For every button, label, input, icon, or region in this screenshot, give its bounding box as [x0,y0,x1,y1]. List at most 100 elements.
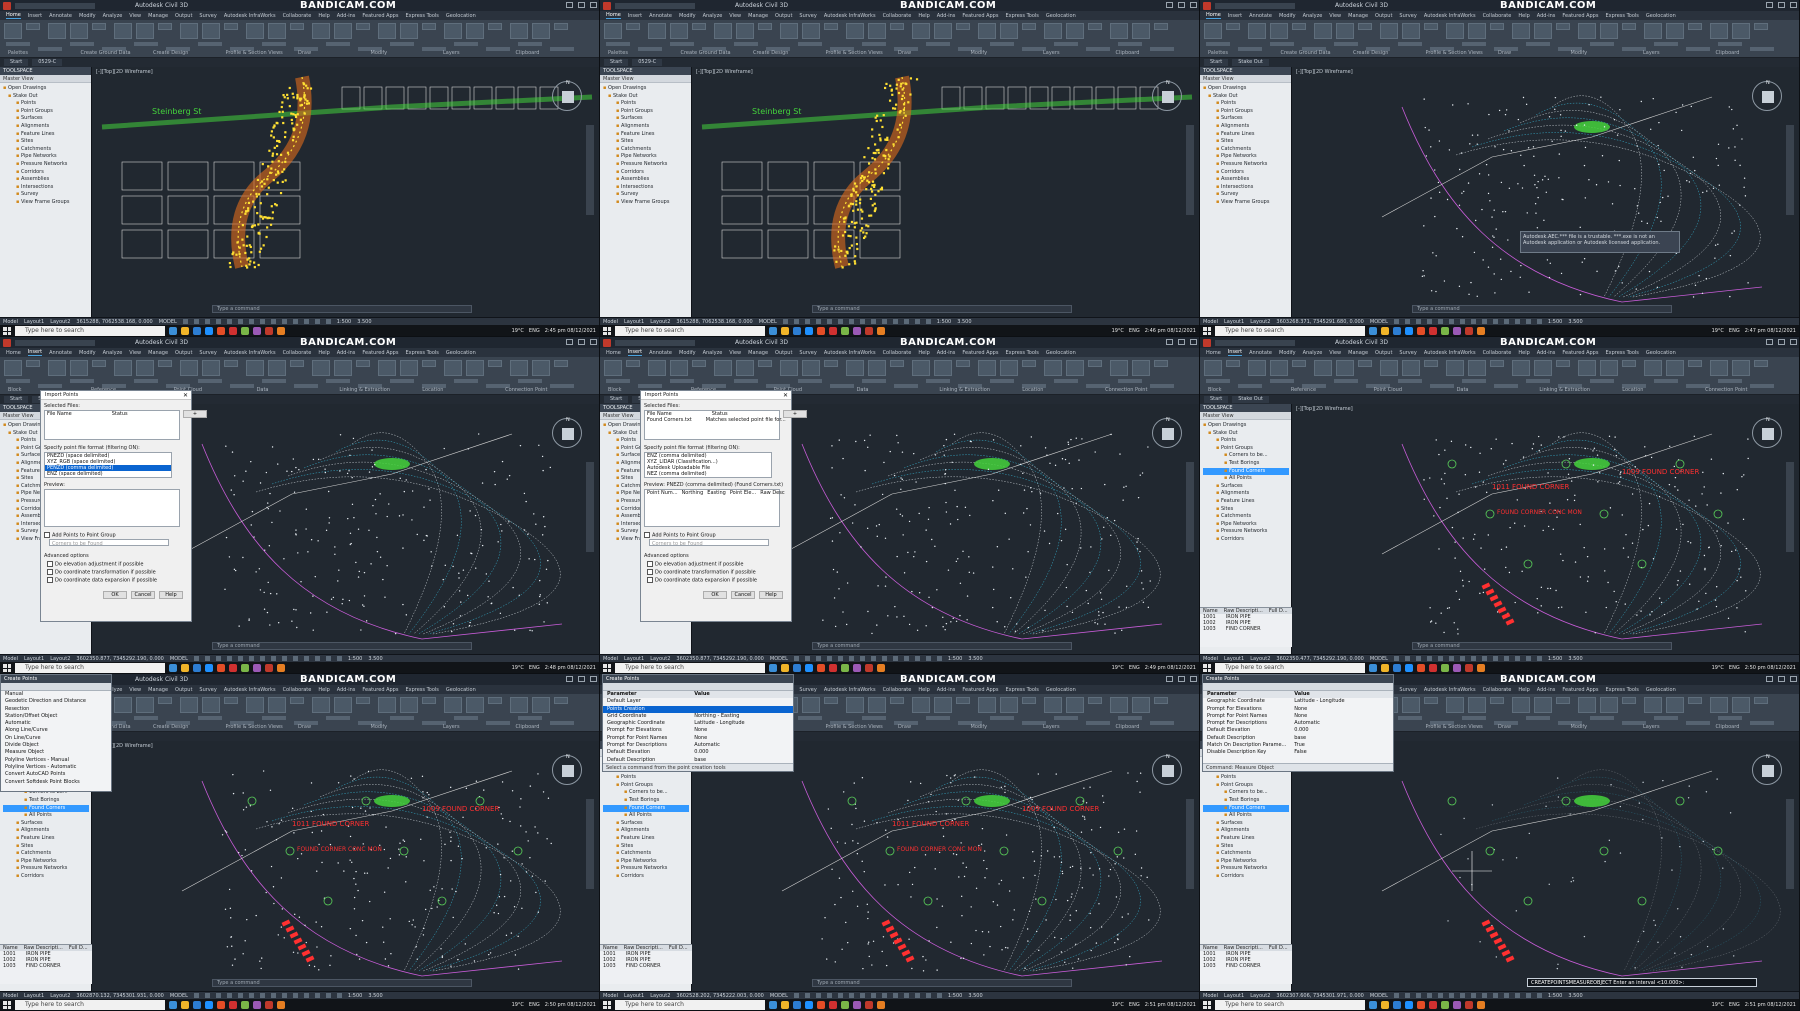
status-toggle-icon[interactable] [1492,656,1498,661]
param-row[interactable]: Match On Description Parame... True [1203,742,1393,749]
taskbar-app-icon[interactable] [217,327,225,335]
ribbon-tool-icon[interactable] [1556,360,1570,367]
layout-tab[interactable]: Model [1203,993,1218,999]
ribbon-tool-row[interactable] [1526,42,1550,46]
ribbon-tool-icon[interactable] [1044,697,1062,713]
maximize-icon[interactable] [578,2,585,8]
quick-access-toolbar[interactable] [615,2,695,9]
ribbon-tool-icon[interactable] [1732,23,1750,39]
status-toggle-icon[interactable] [903,993,909,998]
drawing-canvas[interactable]: Steinberg St [692,67,1200,317]
status-toggle-icon[interactable] [1525,656,1531,661]
ribbon-tool-icon[interactable] [510,23,528,39]
ribbon-tool-icon[interactable] [1688,360,1702,367]
weather-readout[interactable]: 19°C [1112,665,1124,671]
navigation-bar[interactable] [1186,462,1194,552]
coordinate-expansion-checkbox[interactable]: Do coordinate data expansion if possible [647,577,757,584]
ribbon-tool-icon[interactable] [1270,23,1288,39]
ribbon-tab[interactable]: Geolocation [1646,350,1676,356]
ribbon-tab[interactable]: Manage [748,13,768,19]
ribbon-tool-row[interactable] [70,42,94,46]
document-tab[interactable]: Start [604,396,629,403]
quick-access-toolbar[interactable] [1215,2,1295,9]
ribbon-tool-icon[interactable] [488,23,502,30]
ribbon-tool-icon[interactable] [1512,697,1530,713]
ribbon-tool-icon[interactable] [1490,360,1504,367]
taskbar-app-icon[interactable] [181,664,189,672]
format-option[interactable]: ENZ (space delimited) [45,471,171,477]
ribbon-tool-row[interactable] [1654,716,1678,720]
ribbon-tool-icon[interactable] [604,23,622,39]
ribbon-tool-icon[interactable] [466,23,484,39]
param-value[interactable]: Latitude - Longitude [1294,698,1344,705]
model-space-toggle[interactable]: MODEL [770,993,788,999]
ribbon-tool-row[interactable] [734,42,758,46]
viewcube[interactable]: N [1752,417,1782,448]
tree-node[interactable]: Feature Lines [603,131,689,139]
ribbon-tab[interactable]: Home [6,12,21,19]
taskbar-app-icon[interactable] [1369,664,1377,672]
status-toggle-icon[interactable] [292,656,298,661]
ribbon-tool-icon[interactable] [1204,23,1222,39]
windows-start-icon[interactable] [603,327,611,335]
status-toggle-icon[interactable] [793,319,799,324]
taskbar-app-icon[interactable] [829,664,837,672]
close-icon[interactable] [1790,339,1797,345]
tree-node[interactable]: Stake Out [3,93,89,101]
ribbon-tool-icon[interactable] [780,360,798,376]
tree-node[interactable]: Catchments [603,850,689,858]
clock[interactable]: 2:48 pm 08/12/2021 [545,665,596,671]
weather-readout[interactable]: 19°C [1712,328,1724,334]
tree-node[interactable]: Catchments [1203,146,1289,154]
ribbon-tool-row[interactable] [198,42,222,46]
close-icon[interactable]: ✕ [783,392,788,399]
civil3d-app-icon[interactable] [1203,338,1211,347]
tree-node[interactable]: Corridors [1203,536,1289,544]
ribbon-tool-icon[interactable] [202,697,220,713]
ribbon-tool-icon[interactable] [4,360,22,376]
status-toggle-icon[interactable] [1437,656,1443,661]
close-icon[interactable] [1790,676,1797,682]
tree-node[interactable]: Catchments [1203,850,1289,858]
taskbar-app-icon[interactable] [817,664,825,672]
ribbon-tab[interactable]: Manage [1348,350,1368,356]
tree-node[interactable]: Alignments [3,827,89,835]
ribbon-tab[interactable]: Analyze [103,13,123,19]
layout-tab[interactable]: Model [603,656,618,662]
param-row[interactable]: Prompt For Point Names None [1203,713,1393,720]
document-tab[interactable]: Stake Out [1232,396,1269,403]
ribbon-tool-icon[interactable] [334,360,352,376]
tree-node[interactable]: Found Corners [1203,467,1289,476]
tree-node[interactable]: Points [1203,100,1289,108]
ribbon-tool-icon[interactable] [246,23,264,39]
layout-tab[interactable]: Layout2 [1250,993,1270,999]
status-toggle-icon[interactable] [204,656,210,661]
ribbon-tool-icon[interactable] [378,697,396,713]
civil3d-app-icon[interactable] [3,1,11,10]
ribbon-tab[interactable]: Autodesk InfraWorks [824,687,876,693]
status-toggle-icon[interactable] [270,319,276,324]
tree-node[interactable]: Pipe Networks [1203,858,1289,866]
selected-files-list[interactable]: File Name Status [44,410,180,440]
ribbon-tool-icon[interactable] [1666,697,1684,713]
tree-node[interactable]: Test Borings [3,797,89,805]
point-list-column[interactable]: Full D... [669,945,688,951]
civil3d-app-icon[interactable] [603,338,611,347]
ribbon-tool-row[interactable] [550,47,574,51]
annotation-scale[interactable]: 1:500 [1548,319,1562,325]
toolspace-view-select[interactable]: Master View [0,75,91,83]
status-toggle-icon[interactable] [848,993,854,998]
ribbon-tool-icon[interactable] [1688,23,1702,30]
viewport-controls-label[interactable]: [-][Top][2D Wireframe] [1296,406,1353,412]
ribbon-tab[interactable]: Manage [148,350,168,356]
command-line-active[interactable]: CREATEPOINTSMEASUREOBJECT Enter an inter… [1527,978,1757,987]
ribbon-tool-icon[interactable] [1490,697,1504,704]
clock[interactable]: 2:51 pm 08/12/2021 [1145,1002,1196,1008]
ribbon-tool-icon[interactable] [1402,23,1420,39]
ribbon-tab[interactable]: Output [775,350,792,356]
taskbar-app-icon[interactable] [769,664,777,672]
weather-readout[interactable]: 19°C [1112,1002,1124,1008]
ribbon-tool-icon[interactable] [846,23,864,39]
taskbar-app-icon[interactable] [205,1001,213,1009]
ribbon-tool-icon[interactable] [70,360,88,376]
